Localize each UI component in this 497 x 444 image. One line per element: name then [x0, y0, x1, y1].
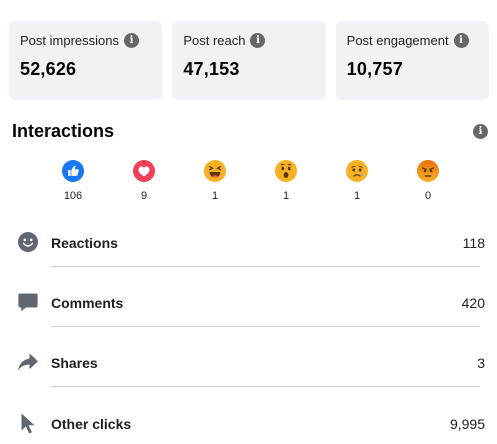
- smiley-icon: [18, 232, 38, 252]
- card-label: Post impressions: [20, 33, 119, 48]
- reaction-count: 1: [282, 190, 290, 202]
- row-label: Comments: [51, 295, 124, 311]
- wow-icon: [275, 160, 297, 182]
- reaction-count: 1: [211, 190, 219, 202]
- card-value: 47,153: [183, 59, 240, 79]
- reaction-sad: 1: [324, 160, 390, 202]
- row-label: Shares: [51, 355, 98, 371]
- row-label: Reactions: [51, 235, 118, 251]
- row-other-clicks: Other clicks 9,995: [0, 403, 497, 444]
- like-icon: [62, 160, 84, 182]
- row-shares: Shares 3: [0, 342, 497, 384]
- row-value: 3: [477, 355, 485, 371]
- divider: [51, 326, 480, 327]
- reaction-angry: 0: [395, 160, 461, 202]
- info-icon[interactable]: i: [250, 33, 266, 48]
- divider: [51, 386, 480, 387]
- card-value: 52,626: [20, 59, 77, 79]
- reaction-love: 9: [111, 160, 177, 202]
- sad-icon: [346, 160, 368, 182]
- row-reactions: Reactions 118: [0, 222, 497, 264]
- row-value: 9,995: [449, 416, 485, 432]
- card-value: 10,757: [346, 59, 403, 79]
- reaction-count: 106: [63, 190, 83, 202]
- reaction-count: 1: [353, 190, 361, 202]
- reaction-wow: 1: [253, 160, 319, 202]
- reaction-breakdown: 106 9 1 1 1 0: [40, 160, 460, 206]
- info-icon[interactable]: i: [453, 33, 469, 48]
- row-comments: Comments 420: [0, 282, 497, 324]
- metric-cards: Post impressions i 52,626 Post reach i 4…: [9, 21, 489, 100]
- card-post-engagement: Post engagement i 10,757: [335, 21, 489, 100]
- info-icon[interactable]: i: [123, 33, 139, 48]
- row-value: 118: [462, 235, 485, 251]
- share-icon: [18, 353, 38, 371]
- row-value: 420: [461, 295, 485, 311]
- divider: [51, 266, 480, 267]
- reaction-like: 106: [40, 160, 106, 202]
- info-icon[interactable]: i: [473, 124, 488, 139]
- haha-icon: [204, 160, 226, 182]
- row-label: Other clicks: [51, 416, 132, 432]
- comment-icon: [18, 293, 38, 312]
- interactions-title: Interactions: [12, 121, 115, 141]
- reaction-haha: 1: [182, 160, 248, 202]
- card-post-reach: Post reach i 47,153: [172, 21, 326, 100]
- cursor-icon: [21, 413, 35, 434]
- reaction-count: 9: [140, 190, 148, 202]
- love-icon: [133, 160, 155, 182]
- angry-icon: [417, 160, 439, 182]
- reaction-count: 0: [424, 190, 432, 202]
- card-label: Post reach: [183, 33, 246, 48]
- card-label: Post engagement: [346, 33, 449, 48]
- card-post-impressions: Post impressions i 52,626: [9, 21, 163, 100]
